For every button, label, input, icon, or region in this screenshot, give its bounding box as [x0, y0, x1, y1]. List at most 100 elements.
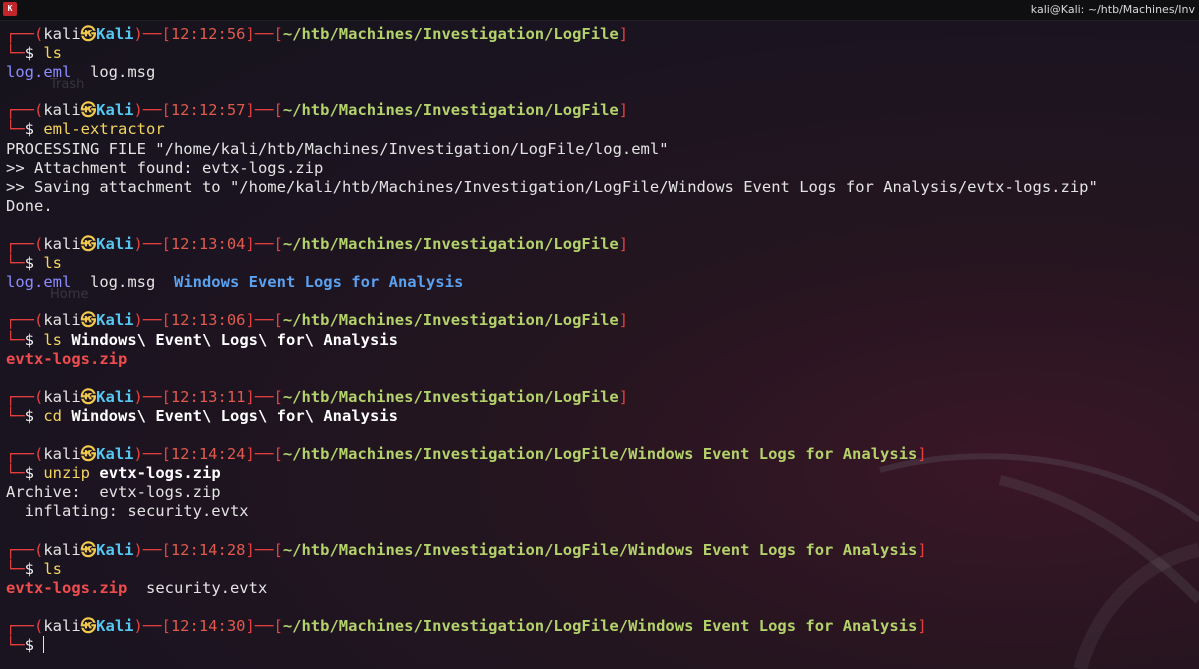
prompt-dollar: $: [24, 330, 44, 349]
output-line: evtx-logs.zip: [6, 350, 1199, 369]
prompt-line: ┌──(kali㉿Kali)──[12:13:06]──[~/htb/Machi…: [6, 311, 1199, 330]
prompt-frame: ┌──(: [6, 387, 44, 406]
prompt-frame: )──[: [133, 445, 171, 464]
prompt-path: ~/htb/Machines/Investigation/LogFile/Win…: [282, 445, 918, 464]
text-cursor[interactable]: [43, 636, 45, 653]
prompt-frame: ]: [917, 445, 927, 464]
output-segment: inflating: security.evtx: [6, 502, 249, 521]
command-name: ls: [43, 559, 63, 578]
prompt-frame: )──[: [133, 101, 171, 120]
prompt-path: ~/htb/Machines/Investigation/LogFile: [282, 101, 619, 120]
prompt-host: Kali: [96, 387, 134, 406]
prompt-host: Kali: [96, 445, 134, 464]
output-line: Done.: [6, 197, 1199, 216]
prompt-line: ┌──(kali㉿Kali)──[12:14:28]──[~/htb/Machi…: [6, 541, 1199, 560]
kali-skull-icon: ㉿: [80, 101, 97, 120]
prompt-user: kali: [43, 445, 81, 464]
prompt-frame: ┌──(: [6, 445, 44, 464]
output-line: log.eml log.msg Windows Event Logs for A…: [6, 273, 1199, 292]
command-line: └─$ eml-extractor: [6, 120, 1199, 139]
prompt-host: Kali: [96, 540, 134, 559]
prompt-arrow: └─: [6, 120, 25, 139]
output-segment: evtx-logs.zip: [6, 578, 128, 597]
command-line: └─$ ls: [6, 560, 1199, 579]
prompt-arrow: └─: [6, 636, 25, 654]
output-segment: PROCESSING FILE "/home/kali/htb/Machines…: [6, 139, 669, 158]
prompt-frame: ]: [618, 25, 629, 43]
command-name: eml-extractor: [43, 120, 165, 139]
command-line[interactable]: └─$: [6, 636, 1199, 655]
prompt-user: kali: [43, 101, 81, 120]
output-segment: log.msg: [71, 273, 174, 292]
output-segment: log.eml: [6, 273, 72, 292]
prompt-frame: )──[: [133, 25, 171, 43]
prompt-user: kali: [43, 25, 81, 43]
output-line: inflating: security.evtx: [6, 502, 1199, 521]
kali-skull-icon: ㉿: [80, 387, 97, 406]
prompt-frame: ]──[: [245, 540, 283, 559]
kali-skull-icon: ㉿: [80, 235, 97, 254]
output-segment: security.evtx: [127, 578, 268, 597]
command-line: └─$ cd Windows\ Event\ Logs\ for\ Analys…: [6, 407, 1199, 426]
terminal-app-icon[interactable]: K: [3, 2, 17, 16]
output-segment: Windows Event Logs for Analysis: [173, 273, 464, 292]
prompt-dollar: $: [24, 636, 44, 654]
command-line: └─$ ls Windows\ Event\ Logs\ for\ Analys…: [6, 331, 1199, 350]
prompt-time: 12:12:57: [170, 101, 246, 120]
output-line: >> Attachment found: evtx-logs.zip: [6, 159, 1199, 178]
prompt-frame: ┌──(: [6, 101, 44, 120]
prompt-frame: ┌──(: [6, 616, 44, 635]
prompt-time: 12:13:11: [170, 387, 246, 406]
terminal-output[interactable]: ┌──(kali㉿Kali)──[12:12:56]──[~/htb/Machi…: [6, 25, 1199, 655]
kali-skull-icon: ㉿: [80, 616, 97, 635]
command-name: ls: [43, 254, 63, 273]
prompt-line: ┌──(kali㉿Kali)──[12:13:04]──[~/htb/Machi…: [6, 235, 1199, 254]
command-name: ls: [43, 44, 63, 63]
prompt-frame: ]: [618, 387, 629, 406]
prompt-time: 12:12:56: [170, 25, 246, 43]
kali-skull-icon: ㉿: [80, 540, 97, 559]
command-args: evtx-logs.zip: [99, 464, 221, 483]
prompt-arrow: └─: [6, 44, 25, 63]
prompt-arrow: └─: [6, 254, 25, 273]
command-name: cd: [43, 406, 63, 425]
output-line: PROCESSING FILE "/home/kali/htb/Machines…: [6, 140, 1199, 159]
prompt-user: kali: [43, 616, 81, 635]
prompt-frame: ]──[: [245, 25, 283, 43]
command-args: Windows\ Event\ Logs\ for\ Analysis: [71, 406, 398, 425]
prompt-line: ┌──(kali㉿Kali)──[12:12:56]──[~/htb/Machi…: [6, 25, 1199, 44]
output-segment: log.eml: [6, 63, 72, 82]
prompt-time: 12:14:28: [170, 540, 246, 559]
prompt-dollar: $: [24, 406, 44, 425]
command-args: Windows\ Event\ Logs\ for\ Analysis: [71, 330, 398, 349]
command-line: └─$ ls: [6, 44, 1199, 63]
prompt-path: ~/htb/Machines/Investigation/LogFile: [282, 311, 619, 330]
prompt-frame: )──[: [133, 387, 171, 406]
kali-skull-icon: ㉿: [80, 445, 97, 464]
title-bar: K kali@Kali: ~/htb/Machines/Inv: [0, 0, 1199, 21]
prompt-dollar: $: [24, 254, 44, 273]
prompt-host: Kali: [96, 25, 134, 43]
command-line: └─$ ls: [6, 254, 1199, 273]
kali-skull-icon: ㉿: [80, 25, 97, 43]
command-name: ls: [43, 330, 63, 349]
prompt-line: ┌──(kali㉿Kali)──[12:14:24]──[~/htb/Machi…: [6, 445, 1199, 464]
prompt-line: ┌──(kali㉿Kali)──[12:13:11]──[~/htb/Machi…: [6, 388, 1199, 407]
command-name: unzip: [43, 464, 91, 483]
prompt-user: kali: [43, 387, 81, 406]
prompt-frame: ┌──(: [6, 311, 44, 330]
prompt-path: ~/htb/Machines/Investigation/LogFile/Win…: [282, 616, 918, 635]
prompt-time: 12:14:30: [170, 616, 246, 635]
prompt-arrow: └─: [6, 559, 25, 578]
prompt-line: ┌──(kali㉿Kali)──[12:14:30]──[~/htb/Machi…: [6, 617, 1199, 636]
terminal-window: Trash Home K kali@Kali: ~/htb/Machines/I…: [0, 0, 1199, 669]
prompt-frame: ]: [618, 235, 629, 254]
prompt-frame: )──[: [133, 311, 171, 330]
prompt-frame: ]──[: [245, 445, 283, 464]
